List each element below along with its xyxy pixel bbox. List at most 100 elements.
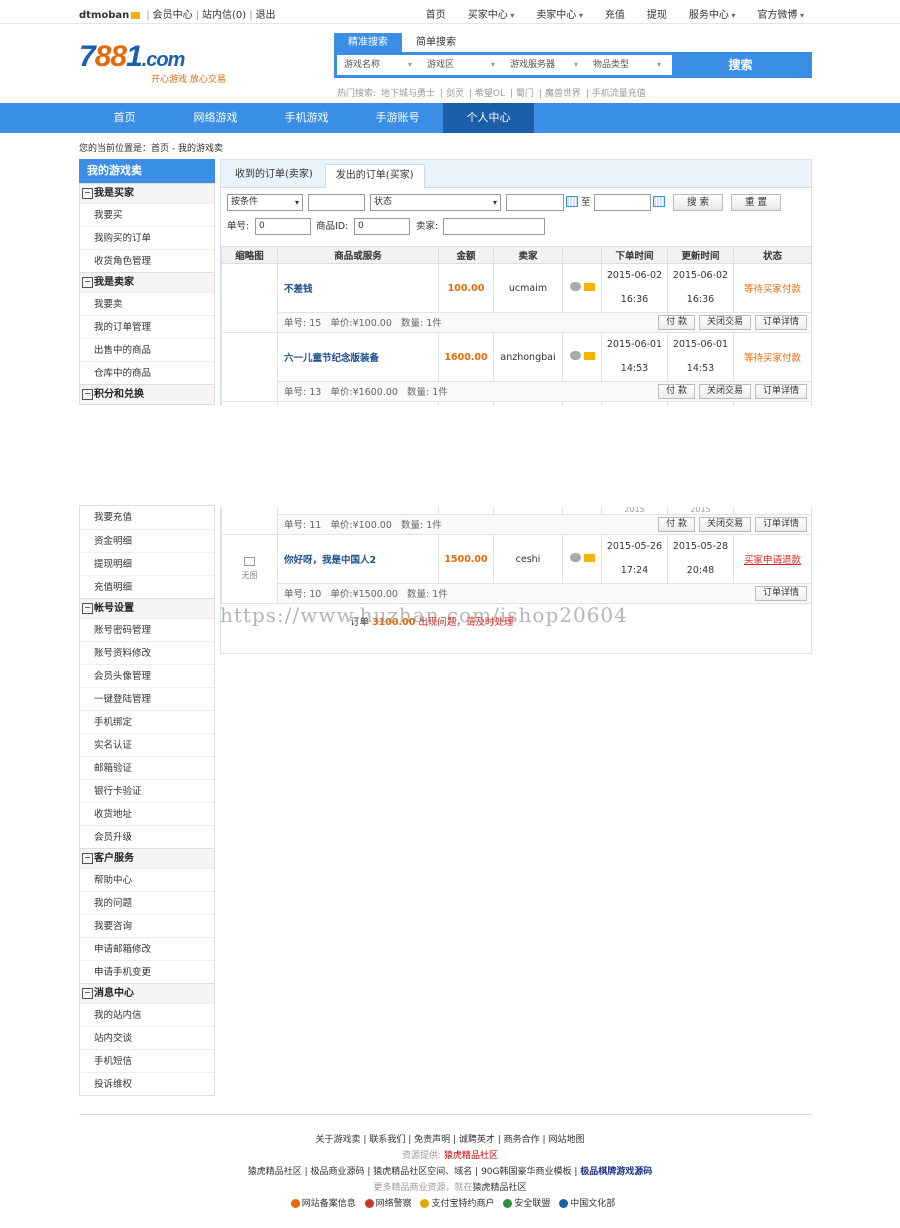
sidebar-item[interactable]: 收货地址	[80, 802, 214, 825]
top-nav-buyer-center[interactable]: 买家中心	[468, 6, 515, 21]
date-to-input[interactable]	[594, 194, 651, 211]
sidebar-item[interactable]: 申请邮箱修改	[80, 937, 214, 960]
sidebar-item[interactable]: 我的问题	[80, 891, 214, 914]
game-name-select[interactable]: 游戏名称	[337, 55, 420, 75]
hot-search-link[interactable]: 手机流量充值	[592, 89, 646, 99]
goods-name-link[interactable]: 六一儿童节纪念版装备	[277, 332, 439, 382]
game-server-select[interactable]: 游戏服务器	[503, 55, 586, 75]
calendar-icon[interactable]	[566, 196, 578, 207]
mail-icon[interactable]	[583, 351, 595, 360]
footer-link[interactable]: 极品商业源码	[311, 1167, 365, 1177]
sidebar-item[interactable]: 我要充值	[80, 506, 214, 529]
sidebar-item[interactable]: 投诉维权	[80, 1072, 214, 1095]
site-logo[interactable]: 7881.com 开心游戏 放心交易	[79, 42, 229, 86]
sidebar-item[interactable]: 收货角色管理	[80, 249, 214, 272]
sidebar-item[interactable]: 我的订单管理	[80, 315, 214, 338]
footer-link[interactable]: 猿虎精品社区	[248, 1167, 302, 1177]
footer-link[interactable]: 90G韩国豪华商业模板	[481, 1167, 571, 1177]
sidebar-item[interactable]: 资金明细	[80, 529, 214, 552]
hot-search-link[interactable]: 剑灵	[446, 89, 464, 99]
sidebar-item[interactable]: 实名认证	[80, 733, 214, 756]
badge-link[interactable]: 支付宝特约商户	[431, 1199, 494, 1209]
mail-icon[interactable]	[583, 553, 595, 562]
goods-id-input[interactable]: 0	[354, 218, 410, 235]
seller-input[interactable]	[443, 218, 545, 235]
sidebar-item[interactable]: 邮箱验证	[80, 756, 214, 779]
hot-search-link[interactable]: 蜀门	[516, 89, 534, 99]
footer-link[interactable]: 诚聘英才	[459, 1135, 495, 1145]
username-link[interactable]: dtmoban	[79, 10, 129, 21]
badge-link[interactable]: 中国文化部	[570, 1199, 615, 1209]
search-button[interactable]: 搜索	[672, 55, 809, 75]
pay-button[interactable]: 付 款	[658, 384, 695, 399]
sidebar-group-account[interactable]: 帐号设置	[80, 598, 214, 618]
sidebar-item[interactable]: 我要买	[80, 203, 214, 226]
date-from-input[interactable]	[506, 194, 564, 211]
sidebar-item[interactable]: 会员头像管理	[80, 664, 214, 687]
pay-button[interactable]: 付 款	[658, 315, 695, 330]
footer-link[interactable]: 免责声明	[414, 1135, 450, 1145]
nav-home[interactable]: 首页	[79, 103, 170, 133]
badge-link[interactable]: 安全联盟	[514, 1199, 550, 1209]
tab-sent-orders[interactable]: 发出的订单(买家)	[324, 164, 425, 188]
nav-mobile-games[interactable]: 手机游戏	[261, 103, 352, 133]
sidebar-item[interactable]: 手机绑定	[80, 710, 214, 733]
nav-mobile-accounts[interactable]: 手游账号	[352, 103, 443, 133]
condition-input[interactable]	[308, 194, 365, 211]
sidebar-item[interactable]: 银行卡验证	[80, 779, 214, 802]
footer-link[interactable]: 联系我们	[369, 1135, 405, 1145]
sidebar-group-messages[interactable]: 消息中心	[80, 983, 214, 1003]
sidebar-item[interactable]: 站内交谈	[80, 1026, 214, 1049]
sidebar-group-customer-service[interactable]: 客户服务	[80, 848, 214, 868]
condition-select[interactable]: 按条件	[227, 194, 303, 211]
tab-received-orders[interactable]: 收到的订单(卖家)	[225, 164, 323, 188]
footer-link[interactable]: 网站地图	[548, 1135, 584, 1145]
status-select[interactable]: 状态	[370, 194, 501, 211]
tab-precise-search[interactable]: 精准搜索	[334, 33, 402, 52]
sidebar-item[interactable]: 我购买的订单	[80, 226, 214, 249]
logout-link[interactable]: 退出	[256, 10, 276, 21]
footer-link[interactable]: 关于游戏卖	[316, 1135, 361, 1145]
mail-icon[interactable]	[583, 282, 595, 291]
refund-status-link[interactable]: 买家申请退款	[733, 534, 812, 584]
chat-icon[interactable]	[569, 553, 581, 562]
order-detail-button[interactable]: 订单详情	[754, 517, 807, 532]
nav-online-games[interactable]: 网络游戏	[170, 103, 261, 133]
sidebar-item[interactable]: 账号资料修改	[80, 641, 214, 664]
chat-icon[interactable]	[569, 351, 581, 360]
chat-icon[interactable]	[569, 282, 581, 291]
hot-search-link[interactable]: 魔兽世界	[545, 89, 581, 99]
close-trade-button[interactable]: 关闭交易	[698, 315, 751, 330]
goods-name-link[interactable]: 你好呀，我是中国人2	[277, 534, 439, 584]
sidebar-group-buyer[interactable]: 我是买家	[80, 183, 214, 203]
close-trade-button[interactable]: 关闭交易	[698, 517, 751, 532]
hot-search-link[interactable]: 希望OL	[475, 89, 505, 99]
footer-link[interactable]: 极品棋牌游戏源码	[580, 1167, 652, 1177]
inbox-link[interactable]: 站内信(0)	[202, 10, 246, 21]
footer-link[interactable]: 猿虎精品社区	[473, 1183, 527, 1193]
calendar-icon[interactable]	[653, 196, 665, 207]
top-nav-home[interactable]: 首页	[426, 6, 446, 21]
top-nav-seller-center[interactable]: 卖家中心	[536, 6, 583, 21]
badge-link[interactable]: 网络警察	[376, 1199, 412, 1209]
search-orders-button[interactable]: 搜 索	[673, 194, 723, 211]
sidebar-group-seller[interactable]: 我是卖家	[80, 272, 214, 292]
badge-link[interactable]: 网站备案信息	[302, 1199, 356, 1209]
sidebar-item[interactable]: 仓库中的商品	[80, 361, 214, 384]
order-detail-button[interactable]: 订单详情	[754, 315, 807, 330]
sidebar-item[interactable]: 出售中的商品	[80, 338, 214, 361]
sidebar-item[interactable]: 申请手机变更	[80, 960, 214, 983]
sidebar-group-points[interactable]: 积分和兑换	[80, 384, 214, 404]
sidebar-item[interactable]: 我要咨询	[80, 914, 214, 937]
nav-personal-center[interactable]: 个人中心	[443, 103, 534, 133]
member-center-link[interactable]: 会员中心	[153, 10, 193, 21]
provider-link[interactable]: 猿虎精品社区	[444, 1151, 498, 1161]
hot-search-link[interactable]: 地下城与勇士	[381, 89, 435, 99]
top-nav-weibo[interactable]: 官方微博	[757, 6, 804, 21]
top-nav-service-center[interactable]: 服务中心	[689, 6, 736, 21]
pay-button[interactable]: 付 款	[658, 517, 695, 532]
top-nav-recharge[interactable]: 充值	[605, 6, 625, 21]
goods-name-link[interactable]: 不差钱	[277, 263, 439, 313]
sidebar-item[interactable]: 帮助中心	[80, 868, 214, 891]
sidebar-item[interactable]: 我要卖	[80, 292, 214, 315]
